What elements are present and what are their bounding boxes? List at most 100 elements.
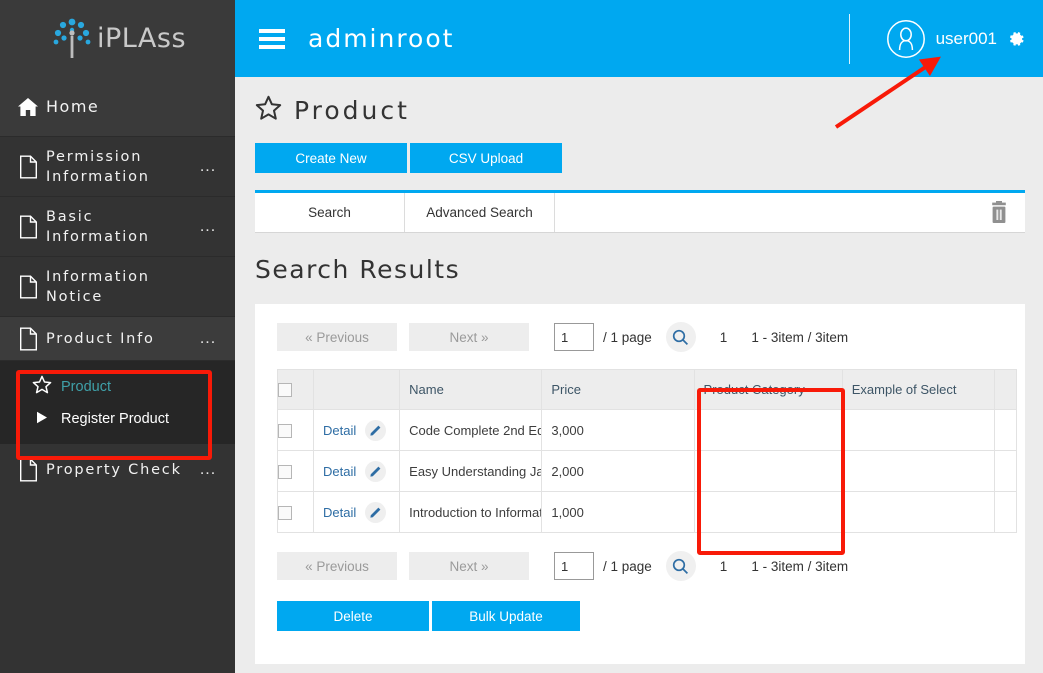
row-category-cell	[693, 409, 843, 451]
table-row: Detail Code Complete 2nd Edition 3,000	[276, 409, 1018, 451]
sidebar-label-line2: Information	[46, 228, 150, 245]
trash-icon[interactable]	[989, 201, 1009, 224]
sidebar-label-line1: Information	[46, 268, 150, 285]
sidebar-item-home[interactable]: Home	[0, 77, 235, 137]
sidebar-subitem-register-product[interactable]: Register Product	[0, 404, 235, 434]
csv-upload-button[interactable]: CSV Upload	[410, 143, 562, 173]
sidebar-item-product-info[interactable]: Product Info ...	[0, 317, 235, 361]
bulk-update-button[interactable]: Bulk Update	[432, 601, 580, 631]
sidebar-submenu-product-info: Product Register Product	[0, 361, 235, 444]
row-category-cell	[693, 450, 843, 492]
sidebar-item-menu-dots-property-check[interactable]: ...	[196, 461, 220, 479]
row-checkbox-cell[interactable]	[276, 491, 315, 533]
page-total-label-bottom: / 1 page	[603, 558, 652, 574]
sidebar-item-menu-dots-basic[interactable]: ...	[196, 218, 220, 236]
table-header-row: Name Price Product Category Example of S…	[276, 369, 1018, 410]
row-price-cell: 2,000	[541, 450, 695, 492]
hamburger-icon[interactable]	[259, 25, 285, 53]
sidebar-label-line2: Information	[46, 168, 150, 185]
sidebar-subitem-label-register: Register Product	[61, 411, 169, 427]
sidebar-item-label-product-info: Product Info	[46, 330, 155, 347]
sidebar-item-menu-dots-product-info[interactable]: ...	[196, 330, 220, 348]
current-page-number-bottom: 1	[719, 558, 728, 574]
header-example-of-select[interactable]: Example of Select	[841, 369, 995, 410]
page-number-input-top[interactable]	[554, 323, 594, 351]
pager-bottom: « Previous Next » / 1 page 1 1 - 3item /…	[277, 551, 1005, 581]
tab-search[interactable]: Search	[255, 193, 405, 232]
item-range-label-top: 1 - 3item / 3item	[751, 329, 849, 345]
sidebar-subitem-product[interactable]: Product	[0, 369, 235, 404]
current-page-number-top: 1	[719, 329, 728, 345]
star-outline-icon[interactable]	[255, 95, 282, 126]
user-name-label: user001	[935, 28, 997, 48]
sidebar-item-label-permission: Permission Information	[46, 147, 196, 187]
sidebar-label-line1: Permission	[46, 148, 143, 165]
checkbox-icon[interactable]	[278, 464, 292, 479]
row-checkbox-cell[interactable]	[276, 409, 315, 451]
search-results-heading: Search Results	[255, 255, 461, 284]
row-name-cell: Easy Understanding Java	[399, 450, 543, 492]
page-title: Product	[294, 96, 410, 125]
row-end-cell	[993, 491, 1018, 533]
sidebar-item-label-notice: Information Notice	[46, 267, 196, 307]
tab-advanced-search[interactable]: Advanced Search	[405, 193, 555, 232]
detail-link[interactable]: Detail	[323, 464, 356, 479]
page-header: Product	[235, 77, 1043, 126]
pencil-icon[interactable]	[365, 501, 387, 523]
sidebar-item-label-home: Home	[46, 96, 100, 116]
create-new-button[interactable]: Create New	[255, 143, 407, 173]
page-action-buttons: Create New CSV Upload	[255, 143, 1043, 173]
header-name[interactable]: Name	[399, 369, 543, 410]
next-button-top[interactable]: Next »	[409, 323, 529, 351]
file-icon	[10, 327, 46, 351]
row-end-cell	[993, 409, 1018, 451]
page-total-label-top: / 1 page	[603, 329, 652, 345]
header-price[interactable]: Price	[541, 369, 695, 410]
app-root: iPLAss Home Permission Information ... B…	[0, 0, 1043, 673]
sidebar-item-menu-dots-permission[interactable]: ...	[196, 158, 220, 176]
magnifier-icon[interactable]	[665, 551, 696, 581]
magnifier-icon[interactable]	[665, 322, 696, 352]
header-select-all[interactable]	[276, 369, 315, 410]
row-detail-cell: Detail	[313, 491, 401, 533]
search-tabbar: Search Advanced Search	[255, 190, 1025, 233]
delete-button[interactable]: Delete	[277, 601, 429, 631]
row-detail-cell: Detail	[313, 409, 401, 451]
header-end	[993, 369, 1018, 410]
detail-link[interactable]: Detail	[323, 423, 356, 438]
next-button-bottom[interactable]: Next »	[409, 552, 529, 580]
sidebar-subitem-label-product: Product	[61, 378, 111, 395]
row-example-select-cell	[841, 409, 995, 451]
checkbox-icon[interactable]	[278, 383, 292, 398]
topbar-divider	[848, 13, 850, 64]
pencil-icon[interactable]	[365, 419, 387, 441]
row-name-cell: Code Complete 2nd Edition	[399, 409, 543, 451]
sidebar-label-line1: Basic	[46, 208, 94, 225]
row-checkbox-cell[interactable]	[276, 450, 315, 492]
page-number-input-bottom[interactable]	[554, 552, 594, 580]
topbar-user-area: user001	[848, 0, 1043, 77]
row-detail-cell: Detail	[313, 450, 401, 492]
gear-icon[interactable]	[1007, 30, 1025, 48]
previous-button-top[interactable]: « Previous	[277, 323, 397, 351]
row-end-cell	[993, 450, 1018, 492]
previous-button-bottom[interactable]: « Previous	[277, 552, 397, 580]
footer-action-buttons: Delete Bulk Update	[277, 601, 1005, 631]
detail-link[interactable]: Detail	[323, 505, 356, 520]
tabbar-spacer	[555, 193, 1025, 232]
results-panel: « Previous Next » / 1 page 1 1 - 3item /…	[255, 304, 1025, 664]
checkbox-icon[interactable]	[278, 505, 292, 520]
main-content: Product Create New CSV Upload Search Adv…	[235, 77, 1043, 673]
triangle-right-icon	[32, 411, 52, 428]
sidebar-item-permission-information[interactable]: Permission Information ...	[0, 137, 235, 197]
sidebar-item-basic-information[interactable]: Basic Information ...	[0, 197, 235, 257]
star-outline-icon	[32, 375, 52, 398]
checkbox-icon[interactable]	[278, 423, 292, 438]
header-product-category[interactable]: Product Category	[693, 369, 843, 410]
results-table: Name Price Product Category Example of S…	[276, 369, 1018, 533]
sidebar-item-property-check[interactable]: Property Check ...	[0, 444, 235, 496]
pencil-icon[interactable]	[365, 460, 387, 482]
sidebar-item-information-notice[interactable]: Information Notice	[0, 257, 235, 317]
user-avatar-icon[interactable]	[886, 19, 926, 59]
pager-top: « Previous Next » / 1 page 1 1 - 3item /…	[277, 322, 1005, 352]
